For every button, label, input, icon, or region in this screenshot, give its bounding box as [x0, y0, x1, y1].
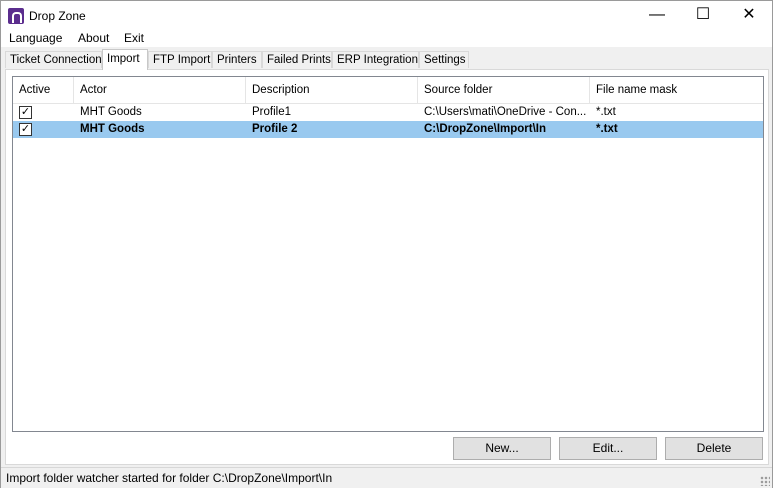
actor-cell: MHT Goods: [80, 123, 145, 135]
tab-import[interactable]: Import: [102, 49, 148, 70]
tab-settings[interactable]: Settings: [419, 51, 469, 68]
description-cell: Profile1: [252, 106, 291, 118]
maximize-button[interactable]: ☐: [680, 1, 726, 31]
checkmark-icon: ✓: [20, 123, 31, 135]
menu-bar: Language About Exit: [1, 31, 772, 47]
title-bar[interactable]: Drop Zone — ☐ ✕: [1, 1, 772, 31]
active-checkbox[interactable]: ✓: [19, 106, 32, 119]
active-checkbox[interactable]: ✓: [19, 123, 32, 136]
menu-language[interactable]: Language: [9, 31, 62, 45]
menu-exit[interactable]: Exit: [124, 31, 144, 45]
main-window: Drop Zone — ☐ ✕ Language About Exit Tick…: [0, 0, 773, 488]
file-mask-cell: *.txt: [596, 106, 616, 118]
tab-ticket-connection[interactable]: Ticket Connection: [5, 51, 102, 68]
column-header-source-folder[interactable]: Source folder: [418, 77, 590, 103]
actor-cell: MHT Goods: [80, 106, 142, 118]
import-profiles-list[interactable]: Active Actor Description Source folder F…: [12, 76, 764, 432]
new-button[interactable]: New...: [453, 437, 551, 460]
tab-failed-prints[interactable]: Failed Prints: [262, 51, 332, 68]
window-title: Drop Zone: [29, 9, 86, 23]
tab-erp-integration[interactable]: ERP Integration: [332, 51, 419, 68]
tab-ftp-import[interactable]: FTP Import: [148, 51, 212, 68]
file-mask-cell: *.txt: [596, 123, 618, 135]
list-header: Active Actor Description Source folder F…: [13, 77, 763, 104]
close-button[interactable]: ✕: [726, 1, 772, 31]
column-header-description[interactable]: Description: [246, 77, 418, 103]
description-cell: Profile 2: [252, 123, 298, 135]
column-header-file-name-mask[interactable]: File name mask: [590, 77, 763, 103]
checkmark-icon: ✓: [20, 106, 31, 118]
menu-about[interactable]: About: [78, 31, 109, 45]
import-tab-panel: Active Actor Description Source folder F…: [5, 69, 769, 465]
column-header-actor[interactable]: Actor: [74, 77, 246, 103]
status-bar: Import folder watcher started for folder…: [1, 467, 772, 488]
table-row[interactable]: ✓ MHT Goods Profile1 C:\Users\mati\OneDr…: [13, 104, 763, 121]
tab-printers[interactable]: Printers: [212, 51, 262, 68]
app-icon: [8, 8, 24, 24]
column-header-active[interactable]: Active: [13, 77, 74, 103]
delete-button[interactable]: Delete: [665, 437, 763, 460]
source-folder-cell: C:\DropZone\Import\In: [424, 123, 547, 135]
table-row[interactable]: ✓ MHT Goods Profile 2 C:\DropZone\Import…: [13, 121, 763, 138]
edit-button[interactable]: Edit...: [559, 437, 657, 460]
status-text: Import folder watcher started for folder…: [6, 471, 333, 485]
source-folder-cell: C:\Users\mati\OneDrive - Con...: [424, 106, 587, 118]
minimize-button[interactable]: —: [634, 1, 680, 31]
resize-grip-icon[interactable]: [760, 476, 770, 486]
tab-strip: Ticket Connection Import FTP Import Prin…: [5, 49, 765, 70]
